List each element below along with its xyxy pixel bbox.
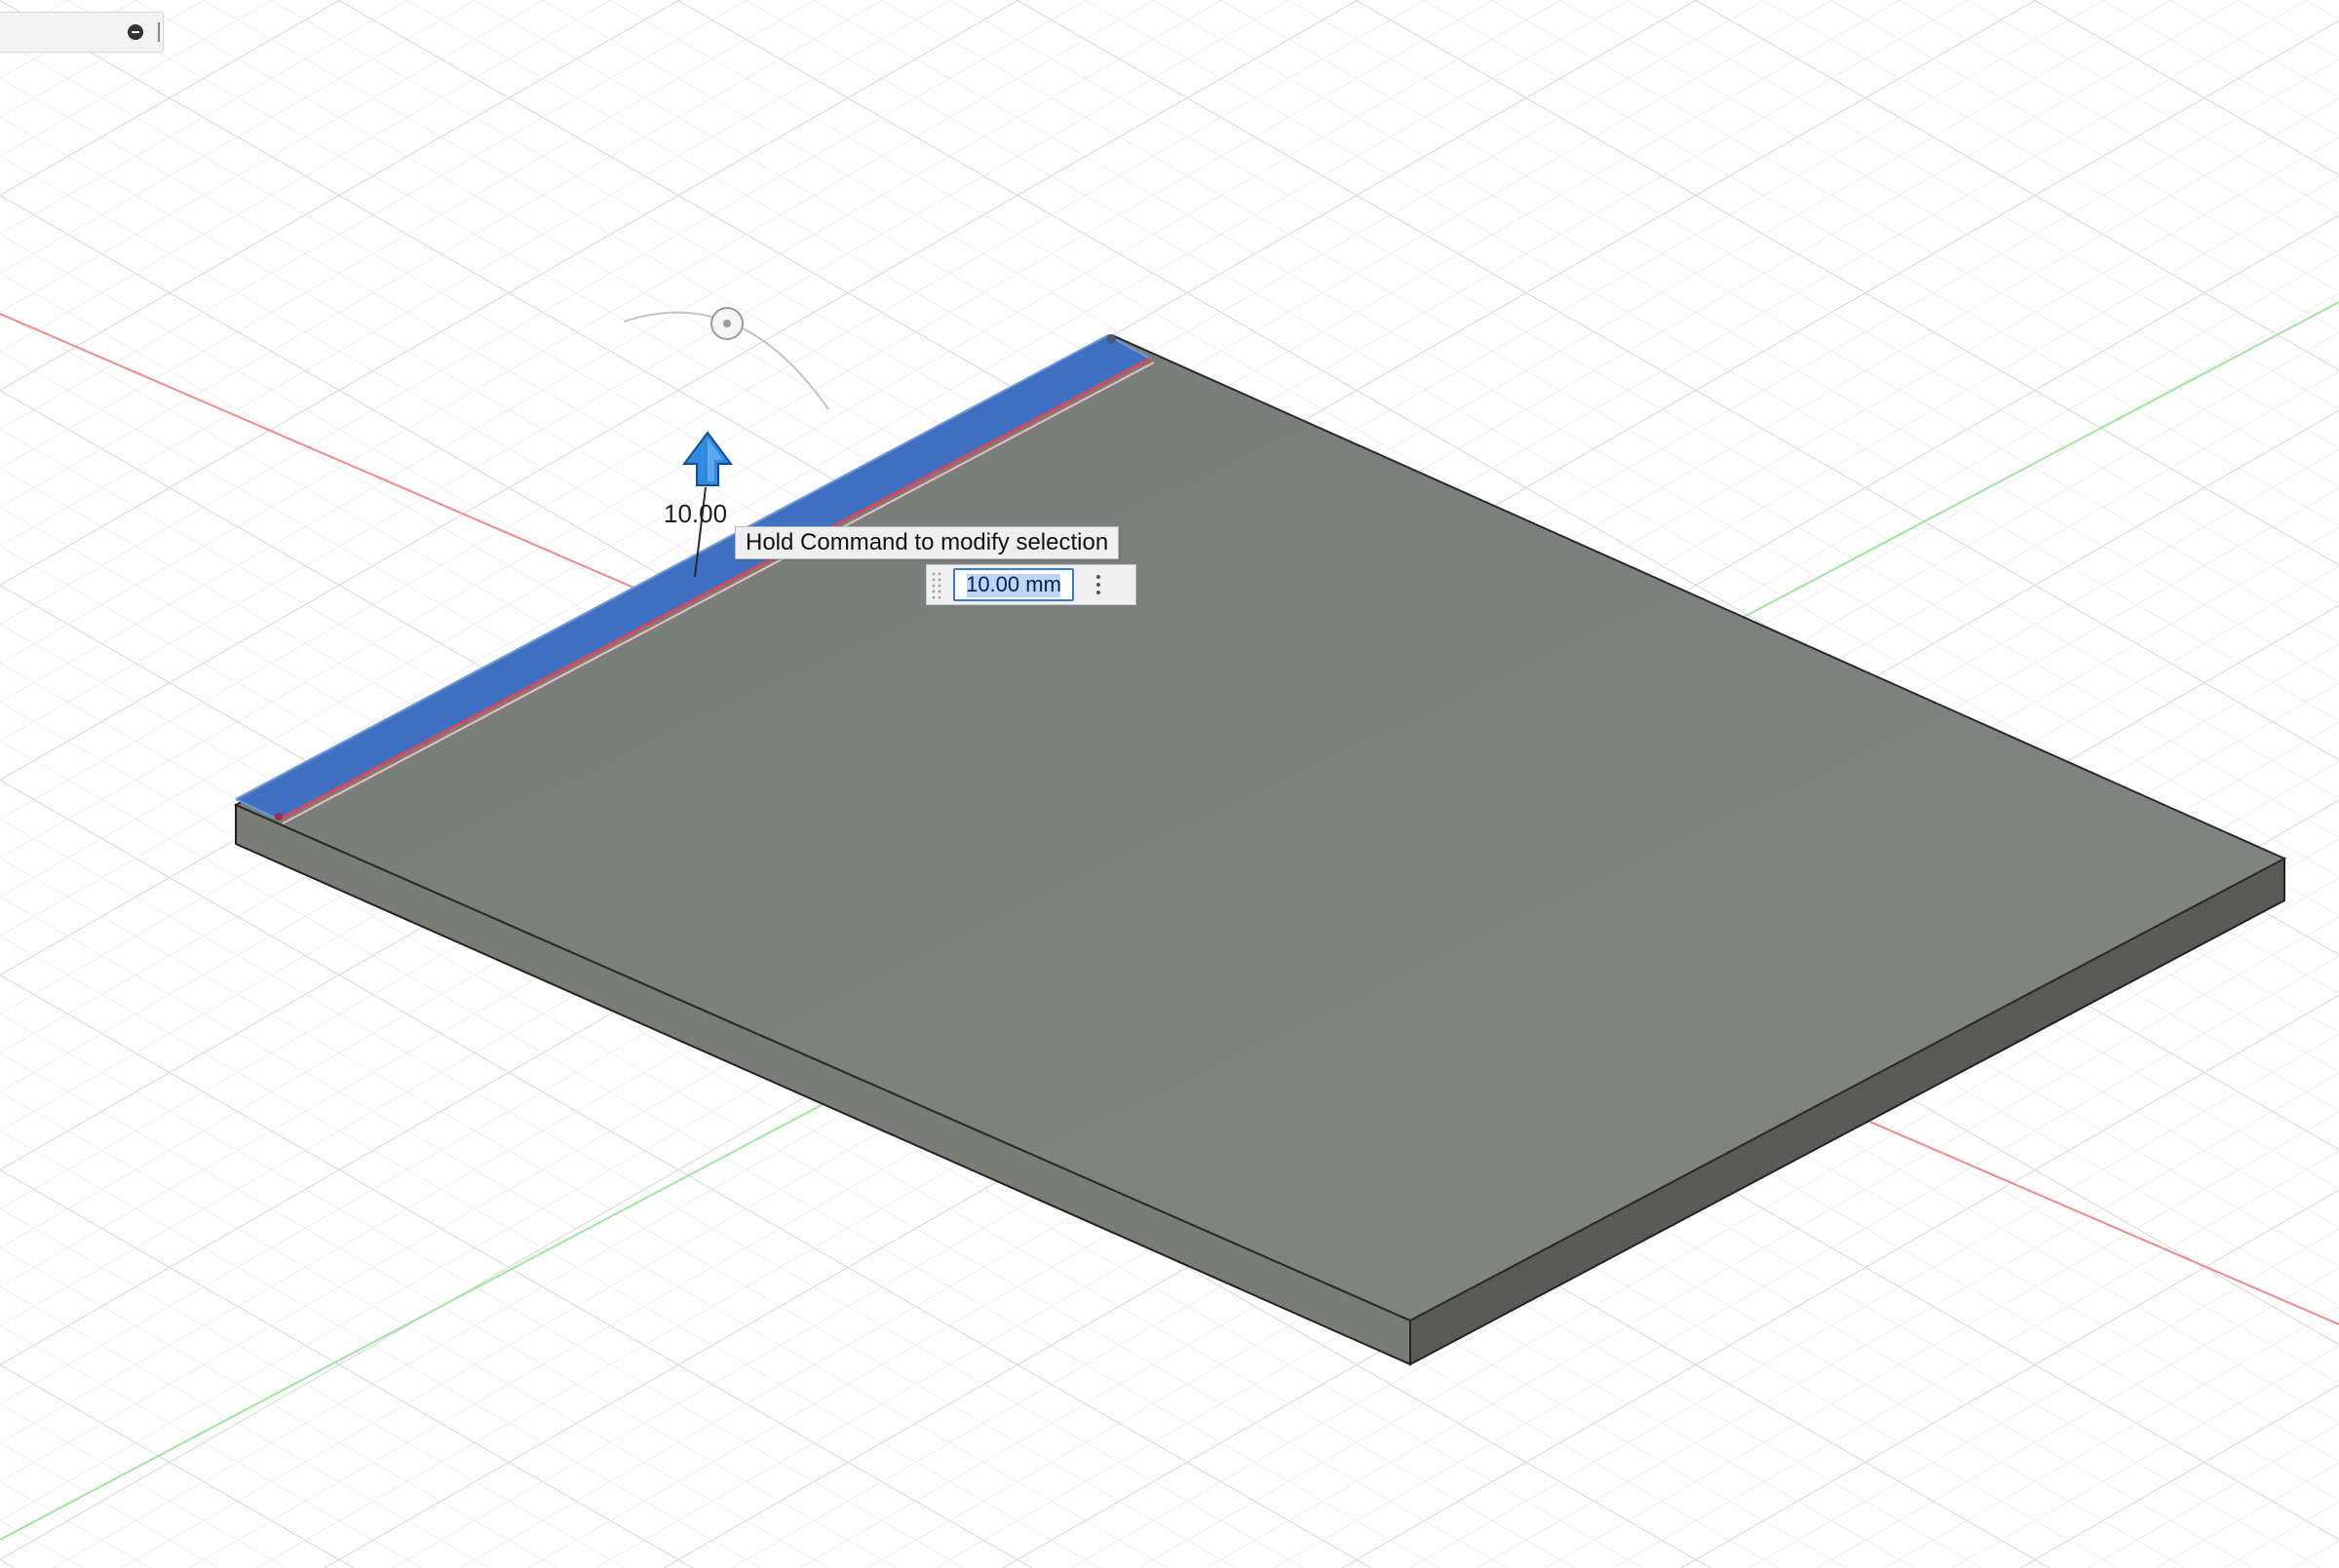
selection-tooltip: Hold Command to modify selection — [735, 526, 1120, 559]
distance-input-box: 10.00 mm — [926, 564, 1136, 605]
rotate-handle-icon[interactable] — [710, 307, 744, 340]
browser-panel-collapsed[interactable] — [0, 12, 164, 53]
grip-icon[interactable] — [158, 22, 160, 42]
distance-input[interactable] — [953, 568, 1074, 601]
canvas-viewport[interactable]: 10.00 Hold Command to modify selection 1… — [0, 0, 2339, 1568]
dimension-label: 10.00 — [664, 499, 728, 528]
collapse-icon[interactable] — [128, 24, 143, 40]
edge-endpoint — [275, 813, 283, 821]
edge-endpoint — [1106, 334, 1116, 344]
options-menu-icon[interactable] — [1083, 569, 1114, 600]
scene-svg — [0, 0, 2339, 1568]
drag-handle-icon[interactable] — [931, 571, 942, 600]
